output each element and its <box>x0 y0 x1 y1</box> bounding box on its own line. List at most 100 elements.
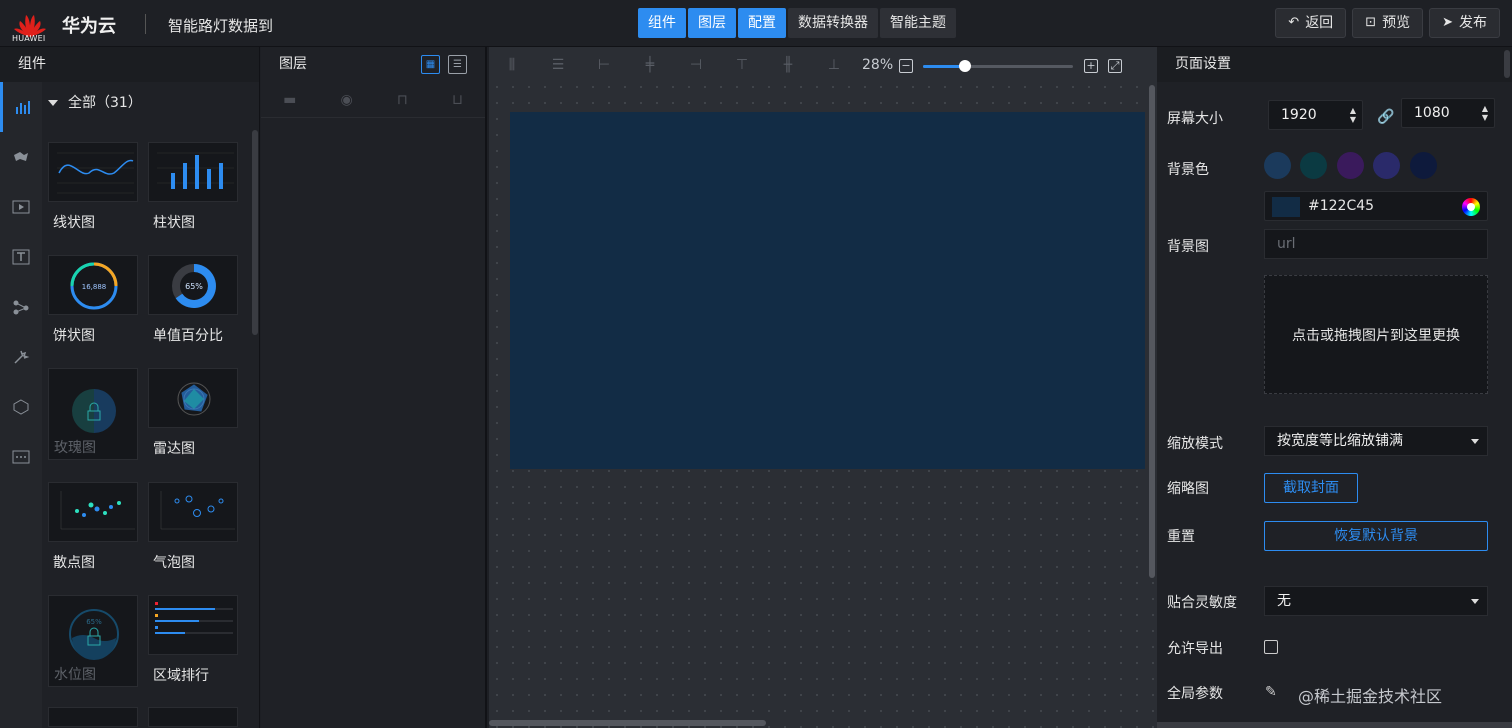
global-params-label: 全局参数 <box>1167 686 1223 702</box>
restore-default-bg-button[interactable]: 恢复默认背景 <box>1264 521 1488 551</box>
snap-sensitivity-select[interactable]: 无 <box>1264 586 1488 616</box>
header-actions: ↶ 返回 ⊡ 预览 ➤ 发布 <box>1275 8 1500 38</box>
screen-size-label: 屏幕大小 <box>1167 111 1223 127</box>
color-swatch[interactable] <box>1373 152 1400 179</box>
component-scatter-chart[interactable]: 散点图 <box>48 482 138 572</box>
canvas-horizontal-scrollbar[interactable] <box>489 720 766 726</box>
category-toggle[interactable]: 全部（31） <box>48 92 142 112</box>
component-label: 单值百分比 <box>153 328 223 344</box>
tab-layers[interactable]: 图层 <box>688 8 736 38</box>
component-label: 雷达图 <box>153 441 195 457</box>
allow-export-checkbox[interactable] <box>1264 640 1278 654</box>
trash-icon[interactable]: ⊔ <box>452 92 463 108</box>
components-title: 组件 <box>0 47 259 82</box>
effects-category-icon[interactable] <box>0 332 42 382</box>
component-single-percent[interactable]: 65% 单值百分比 <box>148 255 238 345</box>
eye-icon[interactable]: ◉ <box>340 92 352 108</box>
canvas-screen[interactable] <box>510 112 1145 469</box>
media-category-icon[interactable] <box>0 182 42 232</box>
screen-width-input[interactable]: 1920 ▲ ▼ <box>1268 100 1363 130</box>
component-bar-chart[interactable]: 柱状图 <box>148 142 238 232</box>
align-left-icon[interactable]: ⊢ <box>581 57 627 73</box>
align-right-icon[interactable]: ⊣ <box>673 57 719 73</box>
height-stepper-icon[interactable]: ▲ ▼ <box>1482 104 1488 122</box>
component-label: 区域排行 <box>153 668 209 684</box>
distribute-vertical-icon[interactable]: ☰ <box>535 57 581 73</box>
components-scrollbar[interactable] <box>252 130 258 335</box>
preview-label: 预览 <box>1382 15 1411 31</box>
link-icon[interactable]: 🔗 <box>1377 109 1394 125</box>
partial-thumbnail <box>148 707 238 727</box>
edit-icon[interactable]: ✎ <box>1265 684 1277 700</box>
component-water-level[interactable]: 65% 水位图 <box>48 595 138 687</box>
zoom-slider[interactable] <box>923 60 1073 72</box>
canvas-vertical-scrollbar[interactable] <box>1149 85 1155 578</box>
snap-sensitivity-label: 贴合灵敏度 <box>1167 595 1237 611</box>
more-category-icon[interactable] <box>0 432 42 482</box>
tab-smart-theme[interactable]: 智能主题 <box>880 8 956 38</box>
relation-category-icon[interactable] <box>0 282 42 332</box>
component-label: 玫瑰图 <box>54 440 96 456</box>
chart-category-icon[interactable] <box>0 82 42 132</box>
component-partial[interactable] <box>148 707 238 727</box>
pie-chart-thumbnail: 16,888 <box>48 255 138 315</box>
folder-icon[interactable]: ▬ <box>283 92 296 108</box>
align-left-edges-icon[interactable]: ⫼ <box>489 57 535 73</box>
capture-cover-button[interactable]: 截取封面 <box>1264 473 1358 503</box>
color-wheel-icon[interactable] <box>1462 198 1480 216</box>
component-label: 散点图 <box>53 555 95 571</box>
tab-components[interactable]: 组件 <box>638 8 686 38</box>
bg-color-picker[interactable]: #122C45 <box>1264 191 1488 221</box>
thumbnail-label: 缩略图 <box>1167 481 1209 497</box>
radar-chart-thumbnail <box>148 368 238 428</box>
tab-config[interactable]: 配置 <box>738 8 786 38</box>
zoom-slider-handle[interactable] <box>959 60 971 72</box>
line-chart-thumbnail <box>48 142 138 202</box>
component-region-ranking[interactable]: 区域排行 <box>148 595 238 685</box>
lock-icon[interactable]: ⊓ <box>397 92 408 108</box>
tab-data-converter[interactable]: 数据转换器 <box>788 8 878 38</box>
component-radar-chart[interactable]: 雷达图 <box>148 368 238 458</box>
color-swatch[interactable] <box>1410 152 1437 179</box>
component-bubble-chart[interactable]: 气泡图 <box>148 482 238 572</box>
map-category-icon[interactable] <box>0 132 42 182</box>
back-arrow-icon: ↶ <box>1288 15 1300 30</box>
align-bottom-icon[interactable]: ⊥ <box>811 57 857 73</box>
screen-height-input[interactable]: 1080 ▲ ▼ <box>1401 98 1495 128</box>
bg-image-url-input[interactable]: url <box>1264 229 1488 259</box>
shape-category-icon[interactable] <box>0 382 42 432</box>
preview-button[interactable]: ⊡ 预览 <box>1352 8 1424 38</box>
component-label: 水位图 <box>54 667 96 683</box>
align-center-h-icon[interactable]: ╪ <box>627 57 673 73</box>
publish-button[interactable]: ➤ 发布 <box>1429 8 1500 38</box>
component-rose-chart[interactable]: 玫瑰图 <box>48 368 138 460</box>
bg-image-upload-area[interactable]: 点击或拖拽图片到这里更换 <box>1264 275 1488 394</box>
width-stepper-icon[interactable]: ▲ ▼ <box>1350 106 1356 124</box>
color-swatch[interactable] <box>1300 152 1327 179</box>
component-pie-chart[interactable]: 16,888 饼状图 <box>48 255 138 345</box>
align-middle-icon[interactable]: ╫ <box>765 57 811 73</box>
text-category-icon[interactable] <box>0 232 42 282</box>
zoom-in-icon[interactable]: + <box>1084 59 1098 73</box>
grid-view-icon[interactable]: ▦ <box>421 55 440 74</box>
settings-bottom-scrollbar[interactable] <box>1157 722 1512 728</box>
back-button[interactable]: ↶ 返回 <box>1275 8 1347 38</box>
align-top-icon[interactable]: ⊤ <box>719 57 765 73</box>
project-title: 智能路灯数据到 <box>168 17 274 35</box>
scale-mode-select[interactable]: 按宽度等比缩放铺满 <box>1264 426 1488 456</box>
scatter-chart-thumbnail <box>48 482 138 542</box>
water-thumb-text: 65% <box>86 618 102 626</box>
component-line-chart[interactable]: 线状图 <box>48 142 138 232</box>
bg-color-label: 背景色 <box>1167 162 1209 178</box>
list-view-icon[interactable]: ☰ <box>448 55 467 74</box>
zoom-out-icon[interactable]: − <box>899 59 913 73</box>
watermark-text: @稀土掘金技术社区 <box>1298 687 1443 706</box>
screen-width-value: 1920 <box>1281 107 1317 123</box>
settings-scrollbar[interactable] <box>1504 50 1510 78</box>
component-partial[interactable] <box>48 707 138 727</box>
fit-screen-icon[interactable]: ⤢ <box>1108 59 1122 73</box>
color-swatch[interactable] <box>1337 152 1364 179</box>
allow-export-label: 允许导出 <box>1167 641 1223 657</box>
color-swatch[interactable] <box>1264 152 1291 179</box>
color-preview-chip <box>1272 197 1300 217</box>
